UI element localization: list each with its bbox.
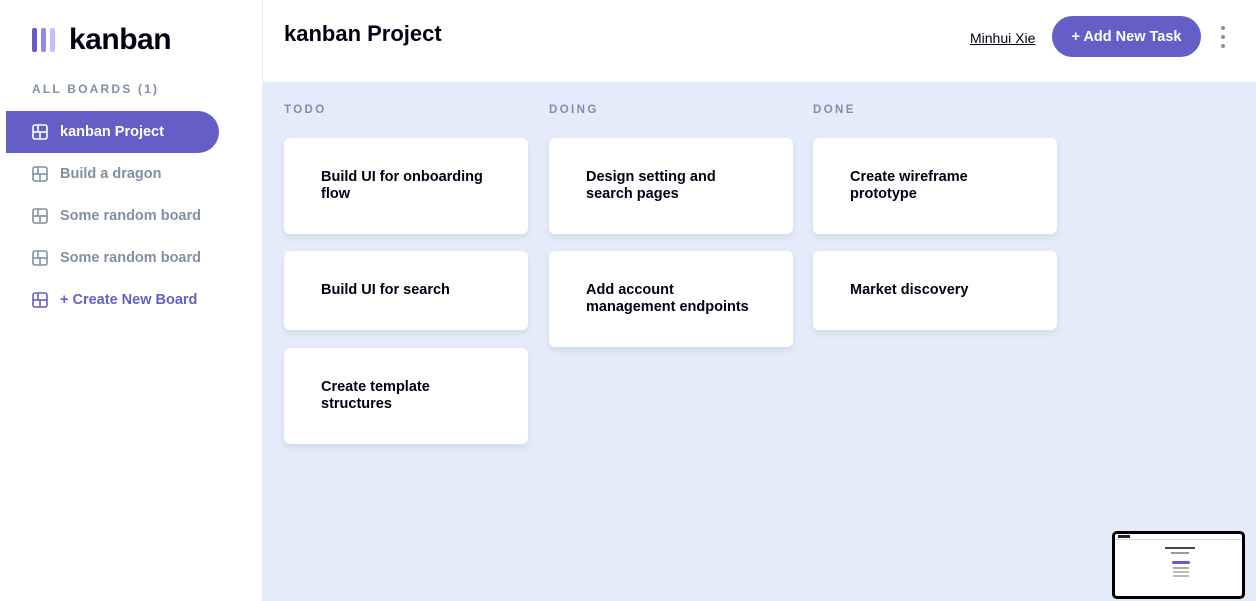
sidebar: kanban ALL BOARDS (1) kanban Project Bui… <box>0 0 263 601</box>
board-layout-icon <box>32 166 48 182</box>
board-item-some-random-board[interactable]: Some random board <box>0 195 240 237</box>
board-list: kanban Project Build a dragon Some rando… <box>0 111 263 321</box>
task-card[interactable]: Market discovery <box>813 251 1057 330</box>
board-item-label: Build a dragon <box>60 166 162 182</box>
top-header: kanban Project Minhui Xie + Add New Task <box>263 0 1256 82</box>
board-area: TODO Build UI for onboarding flow Build … <box>263 82 1256 601</box>
task-card[interactable]: Create wireframe prototype <box>813 138 1057 234</box>
board-layout-icon <box>32 208 48 224</box>
all-boards-heading: ALL BOARDS (1) <box>32 82 160 96</box>
kanban-logo-icon <box>32 28 55 52</box>
task-card[interactable]: Design setting and search pages <box>549 138 793 234</box>
board-item-some-random-board-2[interactable]: Some random board <box>0 237 240 279</box>
add-new-task-button[interactable]: + Add New Task <box>1052 16 1201 57</box>
column-title: TODO <box>284 104 327 116</box>
task-card[interactable]: Build UI for search <box>284 251 528 330</box>
board-layout-icon <box>32 250 48 266</box>
app-name: kanban <box>69 23 172 56</box>
create-new-board-label: + Create New Board <box>60 292 198 308</box>
app-logo[interactable]: kanban <box>32 23 172 56</box>
board-item-kanban-project[interactable]: kanban Project <box>6 111 219 153</box>
user-link[interactable]: Minhui Xie <box>970 30 1035 46</box>
create-new-board-button[interactable]: + Create New Board <box>0 279 240 321</box>
task-card[interactable]: Create template structures <box>284 348 528 444</box>
board-item-label: Some random board <box>60 208 201 224</box>
board-layout-icon <box>32 292 48 308</box>
board-layout-icon <box>32 124 48 140</box>
page-title: kanban Project <box>284 21 442 46</box>
board-item-label: Some random board <box>60 250 201 266</box>
vertical-ellipsis-icon[interactable] <box>1216 26 1230 48</box>
column-title: DONE <box>813 104 856 116</box>
column-title: DOING <box>549 104 599 116</box>
task-card[interactable]: Add account management endpoints <box>549 251 793 347</box>
board-item-label: kanban Project <box>60 124 164 140</box>
preview-thumbnail[interactable] <box>1112 531 1245 599</box>
task-card[interactable]: Build UI for onboarding flow <box>284 138 528 234</box>
board-item-build-a-dragon[interactable]: Build a dragon <box>0 153 240 195</box>
